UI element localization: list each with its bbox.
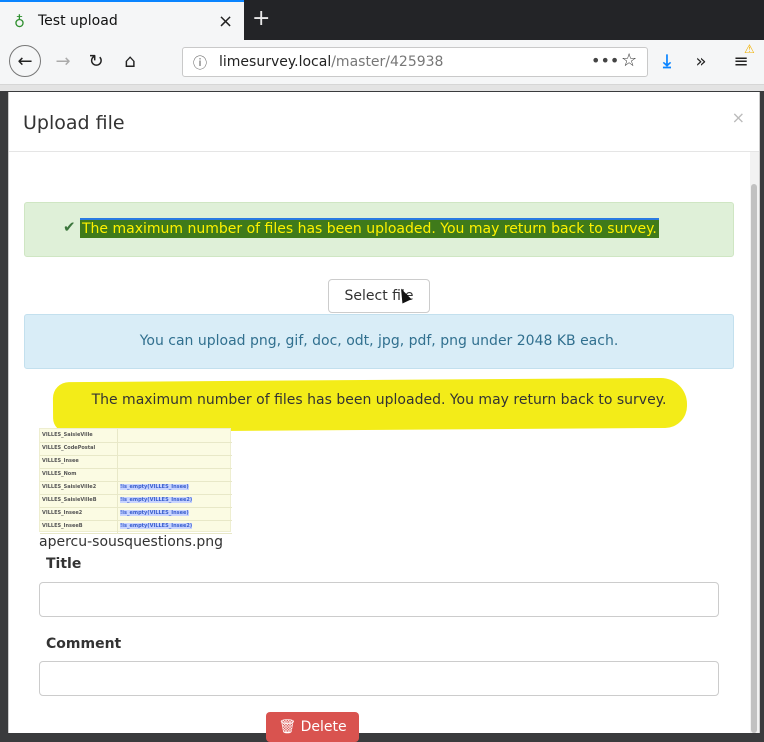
tab-close-button[interactable]: ×: [218, 11, 233, 32]
title-input[interactable]: [39, 582, 719, 617]
thumbnail-value: !is_empty(VILLES_Insee2): [120, 497, 193, 503]
upload-modal: Upload file × ✔ The maximum number of fi…: [8, 92, 760, 742]
home-button[interactable]: ⌂: [118, 40, 142, 84]
page-actions-button[interactable]: •••: [591, 51, 619, 70]
thumbnail-row: VILLES_Insee: [40, 455, 232, 469]
thumbnail-key: VILLES_SaisieVilleB: [42, 497, 97, 503]
thumbnail-row: VILLES_SaisieVilleB !is_empty(VILLES_Inse…: [40, 494, 232, 508]
file-thumbnail: VILLES_SaisieVille VILLES_CodePostal VIL…: [39, 428, 232, 534]
navigation-bar: ← → ↻ ⌂ ⓘ limesurvey.local/master/425938…: [0, 40, 764, 85]
thumbnail-row: VILLES_Nom: [40, 468, 232, 482]
thumbnail-key: VILLES_SaisieVille2: [42, 484, 97, 490]
url-path: /master/425938: [331, 54, 444, 70]
title-label: Title: [46, 556, 82, 572]
limesurvey-icon: ♁: [14, 13, 25, 31]
comment-label: Comment: [46, 636, 122, 652]
thumbnail-value: !is_empty(VILLES_Insee): [120, 484, 189, 490]
page-backdrop: [0, 85, 764, 91]
modal-title: Upload file: [23, 112, 125, 134]
browser-tab[interactable]: ♁ Test upload ×: [0, 0, 244, 40]
success-alert: ✔ The maximum number of files has been u…: [24, 202, 734, 257]
modal-scrollbar[interactable]: [750, 152, 759, 733]
thumbnail-key: VILLES_SaisieVille: [42, 432, 93, 438]
thumbnail-row: VILLES_InseeB !is_empty(VILLES_Insee2): [40, 520, 232, 534]
back-button[interactable]: ←: [9, 45, 41, 77]
info-alert: You can upload png, gif, doc, odt, jpg, …: [24, 314, 734, 369]
url-bar[interactable]: ⓘ limesurvey.local/master/425938 ••• ☆: [182, 47, 648, 77]
thumbnail-row: VILLES_SaisieVille: [40, 429, 232, 443]
thumbnail-key: VILLES_Nom: [42, 471, 77, 477]
filename-label: apercu-sousquestions.png: [39, 534, 224, 550]
thumbnail-key: VILLES_Insee: [42, 458, 79, 464]
thumbnail-value: !is_empty(VILLES_Insee2): [120, 523, 193, 529]
check-icon: ✔: [63, 218, 76, 236]
thumbnail-key: VILLES_Insee2: [42, 510, 83, 516]
thumbnail-key: VILLES_CodePostal: [42, 445, 96, 451]
select-file-button[interactable]: Select file: [328, 279, 430, 313]
tab-bar: ♁ Test upload × +: [0, 0, 764, 40]
thumbnail-row: VILLES_SaisieVille2 !is_empty(VILLES_Inse…: [40, 481, 232, 495]
comment-input[interactable]: [39, 661, 719, 696]
tab-title: Test upload: [38, 13, 118, 29]
reload-button[interactable]: ↻: [84, 40, 108, 84]
success-message: The maximum number of files has been upl…: [80, 218, 659, 238]
new-tab-button[interactable]: +: [252, 6, 270, 31]
download-icon[interactable]: ⤓: [656, 40, 678, 84]
forward-button[interactable]: →: [52, 40, 74, 84]
scrollbar-thumb[interactable]: [751, 184, 757, 733]
max-files-message: The maximum number of files has been upl…: [91, 392, 667, 408]
overflow-chevron-icon[interactable]: »: [690, 40, 712, 84]
delete-button[interactable]: 🗑 Delete: [266, 712, 359, 742]
thumbnail-key: VILLES_InseeB: [42, 523, 83, 529]
thumbnail-row: VILLES_Insee2 !is_empty(VILLES_Insee): [40, 507, 232, 521]
bookmark-star-icon[interactable]: ☆: [621, 50, 637, 71]
thumbnail-value: !is_empty(VILLES_Insee): [120, 510, 189, 516]
url-text: limesurvey.local/master/425938: [219, 54, 443, 70]
warning-icon: ⚠: [744, 42, 755, 56]
info-icon[interactable]: ⓘ: [193, 53, 207, 73]
url-host: limesurvey.local: [219, 54, 332, 70]
modal-header-divider: [9, 151, 759, 152]
modal-close-button[interactable]: ×: [732, 108, 745, 127]
thumbnail-row: VILLES_CodePostal: [40, 442, 232, 456]
